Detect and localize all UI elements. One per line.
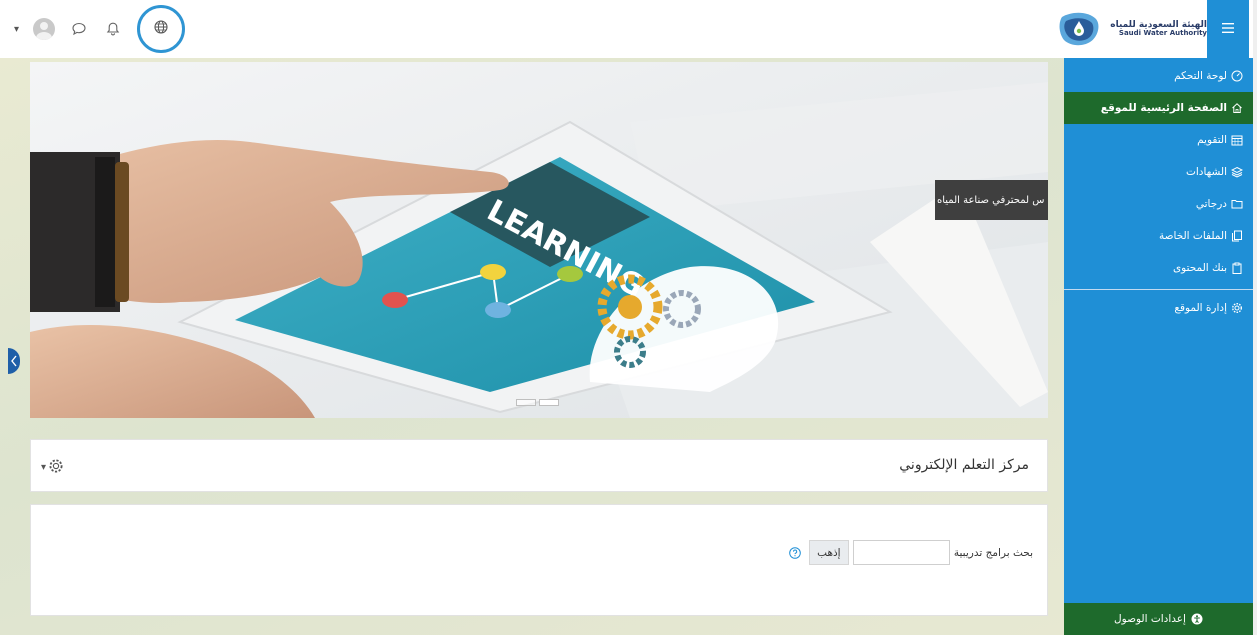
sidebar-item-label: إدارة الموقع bbox=[1174, 302, 1227, 314]
sidebar-divider bbox=[1064, 289, 1253, 290]
gauge-icon bbox=[1231, 70, 1243, 82]
swa-logo-icon bbox=[1059, 12, 1099, 46]
page-scrollbar[interactable] bbox=[1253, 0, 1257, 635]
sidebar: لوحة التحكم الصفحة الرئيسية للموقع التقو… bbox=[1064, 58, 1253, 635]
avatar[interactable] bbox=[33, 18, 56, 40]
calendar-icon bbox=[1231, 134, 1243, 146]
hero-carousel[interactable]: LEARNING س لمحترفي صناعة المياه bbox=[30, 62, 1048, 418]
help-icon[interactable] bbox=[789, 546, 801, 559]
sidebar-footer-label: إعدادات الوصول bbox=[1114, 613, 1186, 625]
search-go-button[interactable]: إذهب bbox=[808, 540, 849, 565]
home-icon bbox=[1231, 102, 1243, 114]
course-search-card: إذهب بحث برامج تدريبية bbox=[30, 504, 1048, 616]
sidebar-toggle-button[interactable] bbox=[1207, 0, 1249, 58]
clipboard-icon bbox=[1231, 262, 1243, 274]
brand-name-en: Saudi Water Authority bbox=[1118, 29, 1207, 38]
sidebar-item-label: الشهادات bbox=[1185, 166, 1227, 178]
settings-caret-icon: ▾ bbox=[41, 462, 47, 473]
chevron-left-icon bbox=[10, 352, 18, 371]
accessibility-settings-button[interactable]: إعدادات الوصول bbox=[1064, 603, 1253, 635]
course-search-form: إذهب بحث برامج تدريبية bbox=[789, 540, 1033, 565]
user-nav: ▾ bbox=[14, 0, 186, 58]
sidebar-item-site-home[interactable]: الصفحة الرئيسية للموقع bbox=[1064, 92, 1253, 124]
search-label: بحث برامج تدريبية bbox=[953, 546, 1033, 559]
carousel-indicator-1[interactable] bbox=[516, 399, 536, 406]
brand-text: الهيئة السعودية للمياه Saudi Water Autho… bbox=[1110, 20, 1207, 38]
sidebar-item-label: بنك المحتوى bbox=[1172, 262, 1227, 274]
hamburger-icon bbox=[1222, 21, 1234, 37]
sidebar-item-label: درجاتي bbox=[1195, 198, 1227, 210]
brand-logo[interactable]: الهيئة السعودية للمياه Saudi Water Autho… bbox=[1056, 0, 1207, 58]
language-button[interactable] bbox=[137, 5, 186, 53]
carousel-caption: س لمحترفي صناعة المياه bbox=[935, 180, 1048, 220]
course-search-input[interactable] bbox=[852, 540, 950, 565]
globe-icon bbox=[153, 19, 169, 39]
page-title: مركز التعلم الإلكتروني bbox=[899, 457, 1029, 473]
site-title-card: مركز التعلم الإلكتروني ▾ bbox=[30, 439, 1048, 492]
folder-icon bbox=[1231, 198, 1243, 210]
sidebar-item-site-admin[interactable]: إدارة الموقع bbox=[1064, 292, 1253, 324]
sidebar-item-label: لوحة التحكم bbox=[1174, 70, 1227, 82]
user-menu-caret-icon[interactable]: ▾ bbox=[14, 24, 19, 35]
carousel-indicators bbox=[516, 399, 559, 406]
bell-icon[interactable] bbox=[103, 19, 123, 39]
layers-icon bbox=[1231, 166, 1243, 178]
carousel-indicator-2[interactable] bbox=[539, 399, 559, 406]
sidebar-item-dashboard[interactable]: لوحة التحكم bbox=[1064, 60, 1253, 92]
files-icon bbox=[1231, 230, 1243, 242]
top-navbar: ▾ الهيئة السعودية للمياه Saudi Water Aut… bbox=[0, 0, 1257, 58]
sidebar-item-certificates[interactable]: الشهادات bbox=[1064, 156, 1253, 188]
sidebar-item-calendar[interactable]: التقويم bbox=[1064, 124, 1253, 156]
sidebar-item-content-bank[interactable]: بنك المحتوى bbox=[1064, 252, 1253, 284]
sidebar-item-label: الصفحة الرئيسية للموقع bbox=[1100, 102, 1227, 114]
sidebar-item-grades[interactable]: درجاتي bbox=[1064, 188, 1253, 220]
sidebar-item-label: التقويم bbox=[1197, 134, 1227, 146]
settings-menu-button[interactable]: ▾ bbox=[41, 458, 64, 477]
gear-icon bbox=[48, 458, 64, 477]
carousel-slide-image: LEARNING bbox=[30, 62, 1048, 418]
accessibility-icon bbox=[1191, 613, 1203, 625]
sidebar-item-label: الملفات الخاصة bbox=[1158, 230, 1227, 242]
message-icon[interactable] bbox=[69, 19, 89, 39]
gear-icon bbox=[1231, 302, 1243, 314]
sidebar-item-private-files[interactable]: الملفات الخاصة bbox=[1064, 220, 1253, 252]
